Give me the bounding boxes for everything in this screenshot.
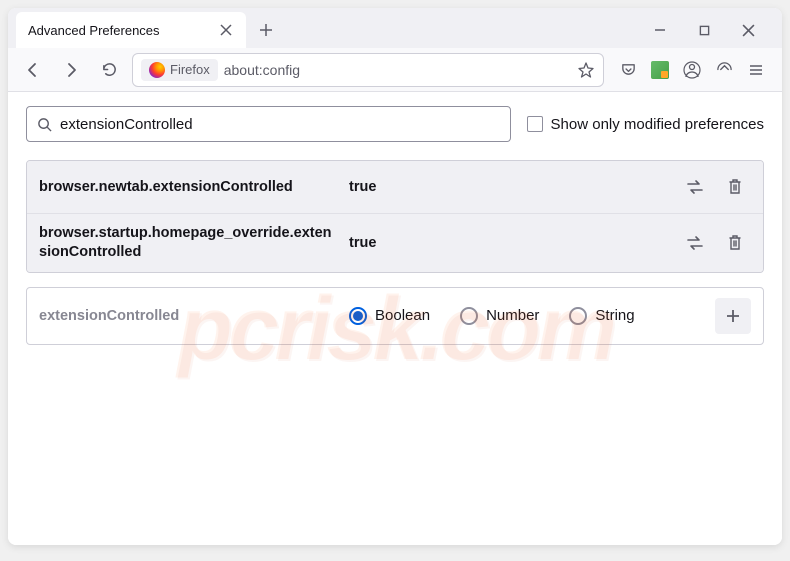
search-icon bbox=[37, 117, 52, 132]
close-tab-icon[interactable] bbox=[218, 22, 234, 38]
search-box[interactable] bbox=[26, 106, 511, 142]
overflow-icon[interactable] bbox=[714, 60, 734, 80]
url-text: about:config bbox=[224, 62, 571, 78]
pref-row: browser.startup.homepage_override.extens… bbox=[27, 213, 763, 272]
extension-icon[interactable] bbox=[650, 60, 670, 80]
show-modified-checkbox[interactable]: Show only modified preferences bbox=[527, 116, 764, 133]
delete-button[interactable] bbox=[719, 171, 751, 203]
minimize-button[interactable] bbox=[648, 18, 672, 42]
close-window-button[interactable] bbox=[736, 18, 760, 42]
radio-icon bbox=[460, 307, 478, 325]
radio-label: String bbox=[595, 307, 634, 324]
new-pref-name: extensionControlled bbox=[39, 308, 339, 324]
delete-button[interactable] bbox=[719, 227, 751, 259]
tab-bar: Advanced Preferences bbox=[8, 8, 782, 48]
radio-boolean[interactable]: Boolean bbox=[349, 307, 430, 325]
pocket-icon[interactable] bbox=[618, 60, 638, 80]
address-bar[interactable]: Firefox about:config bbox=[132, 53, 604, 87]
forward-button[interactable] bbox=[56, 55, 86, 85]
toggle-button[interactable] bbox=[679, 171, 711, 203]
firefox-label: Firefox bbox=[170, 62, 210, 77]
radio-number[interactable]: Number bbox=[460, 307, 539, 325]
type-radio-group: Boolean Number String bbox=[349, 307, 705, 325]
account-icon[interactable] bbox=[682, 60, 702, 80]
menu-icon[interactable] bbox=[746, 60, 766, 80]
add-button[interactable] bbox=[715, 298, 751, 334]
new-tab-button[interactable] bbox=[252, 16, 280, 44]
radio-icon bbox=[349, 307, 367, 325]
checkbox-icon bbox=[527, 116, 543, 132]
new-pref-row: extensionControlled Boolean Number Strin… bbox=[26, 287, 764, 345]
tab-title: Advanced Preferences bbox=[28, 23, 210, 38]
pref-name: browser.newtab.extensionControlled bbox=[39, 178, 339, 197]
checkbox-label: Show only modified preferences bbox=[551, 116, 764, 133]
toggle-button[interactable] bbox=[679, 227, 711, 259]
pref-row: browser.newtab.extensionControlled true bbox=[27, 161, 763, 213]
pref-name: browser.startup.homepage_override.extens… bbox=[39, 224, 339, 262]
back-button[interactable] bbox=[18, 55, 48, 85]
preferences-table: browser.newtab.extensionControlled true … bbox=[26, 160, 764, 273]
navigation-bar: Firefox about:config bbox=[8, 48, 782, 92]
firefox-logo-icon bbox=[149, 62, 165, 78]
browser-tab[interactable]: Advanced Preferences bbox=[16, 12, 246, 48]
firefox-badge: Firefox bbox=[141, 59, 218, 81]
maximize-button[interactable] bbox=[692, 18, 716, 42]
radio-label: Number bbox=[486, 307, 539, 324]
radio-string[interactable]: String bbox=[569, 307, 634, 325]
content-area: Show only modified preferences browser.n… bbox=[8, 92, 782, 545]
radio-label: Boolean bbox=[375, 307, 430, 324]
bookmark-star-icon[interactable] bbox=[577, 61, 595, 79]
search-input[interactable] bbox=[60, 116, 500, 133]
pref-value: true bbox=[349, 235, 669, 251]
radio-icon bbox=[569, 307, 587, 325]
pref-value: true bbox=[349, 179, 669, 195]
reload-button[interactable] bbox=[94, 55, 124, 85]
